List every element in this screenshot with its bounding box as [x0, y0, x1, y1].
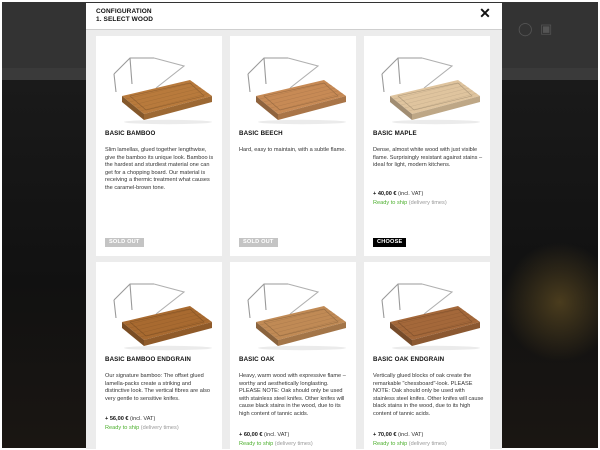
price: + 70,00 €: [373, 432, 397, 438]
price-note: (incl. VAT): [264, 432, 290, 438]
product-description: Heavy, warm wood with expressive flame –…: [239, 373, 346, 417]
delivery-times-link[interactable]: (delivery times): [409, 441, 447, 447]
board-image: [96, 262, 222, 352]
product-description: Our signature bamboo: The offset glued l…: [105, 373, 210, 402]
product-title: BASIC OAK ENDGRAIN: [373, 356, 445, 363]
product-card-beech[interactable]: BASIC BEECH Hard, easy to maintain, with…: [230, 36, 356, 256]
board-shadow: [392, 345, 480, 351]
availability-status: Ready to ship: [373, 441, 408, 447]
price: + 40,00 €: [373, 191, 397, 197]
product-card-bamboo[interactable]: BASIC BAMBOO Slim lamellas, glued togeth…: [96, 36, 222, 256]
board-image: [230, 36, 356, 126]
price-note: (incl. VAT): [398, 191, 424, 197]
price-line: + 40,00 € (incl. VAT): [373, 191, 423, 197]
product-card-oak-endgrain[interactable]: BASIC OAK ENDGRAIN Vertically glued bloc…: [364, 262, 490, 449]
product-description: Vertically glued blocks of oak create th…: [373, 373, 484, 417]
board-image: [96, 36, 222, 126]
product-card-maple[interactable]: BASIC MAPLE Dense, almost white wood wit…: [364, 36, 490, 256]
delivery-times-link[interactable]: (delivery times): [141, 425, 179, 431]
delivery-times-link[interactable]: (delivery times): [275, 441, 313, 447]
price-line: + 70,00 € (incl. VAT): [373, 432, 423, 438]
shipping-line: Ready to ship (delivery times): [373, 200, 447, 206]
close-icon[interactable]: ✕: [478, 6, 492, 20]
board-shadow: [124, 119, 212, 125]
configuration-modal: CONFIGURATION 1. SELECT WOOD ✕ BASIC BAM…: [86, 3, 502, 449]
price-note: (incl. VAT): [130, 416, 156, 422]
sold-out-badge: SOLD OUT: [239, 238, 278, 247]
availability-status: Ready to ship: [105, 425, 140, 431]
user-icon: ◯: [518, 21, 533, 36]
board-shadow: [124, 345, 212, 351]
board-shadow: [258, 119, 346, 125]
product-description: Slim lamellas, glued together lengthwise…: [105, 147, 214, 191]
price-line: + 60,00 € (incl. VAT): [239, 432, 289, 438]
price-note: (incl. VAT): [398, 432, 424, 438]
product-title: BASIC BAMBOO: [105, 130, 156, 137]
step-label: CONFIGURATION: [96, 8, 152, 15]
choose-button[interactable]: CHOOSE: [373, 238, 407, 247]
product-card-bamboo-endgrain[interactable]: BASIC BAMBOO ENDGRAIN Our signature bamb…: [96, 262, 222, 449]
shipping-line: Ready to ship (delivery times): [239, 441, 313, 447]
cart-icon: ▣: [540, 21, 553, 36]
availability-status: Ready to ship: [373, 200, 408, 206]
step-title: 1. SELECT WOOD: [96, 16, 154, 23]
modal-header: CONFIGURATION 1. SELECT WOOD ✕: [86, 3, 502, 30]
price-line: + 56,00 € (incl. VAT): [105, 416, 155, 422]
availability-status: Ready to ship: [239, 441, 274, 447]
board-shadow: [258, 345, 346, 351]
hero-light: [502, 242, 598, 362]
product-title: BASIC BAMBOO ENDGRAIN: [105, 356, 191, 363]
product-card-oak[interactable]: BASIC OAK Heavy, warm wood with expressi…: [230, 262, 356, 449]
modal-title: CONFIGURATION 1. SELECT WOOD: [96, 8, 153, 24]
board-image: [364, 262, 490, 352]
board-image: [230, 262, 356, 352]
product-description: Hard, easy to maintain, with a subtle fl…: [239, 147, 346, 153]
delivery-times-link[interactable]: (delivery times): [409, 200, 447, 206]
price: + 56,00 €: [105, 416, 129, 422]
price: + 60,00 €: [239, 432, 263, 438]
product-title: BASIC MAPLE: [373, 130, 417, 137]
product-title: BASIC BEECH: [239, 130, 283, 137]
shipping-line: Ready to ship (delivery times): [373, 441, 447, 447]
product-description: Dense, almost white wood with just visib…: [373, 147, 483, 169]
board-shadow: [392, 119, 480, 125]
shipping-line: Ready to ship (delivery times): [105, 425, 179, 431]
product-title: BASIC OAK: [239, 356, 275, 363]
board-image: [364, 36, 490, 126]
sold-out-badge: SOLD OUT: [105, 238, 144, 247]
